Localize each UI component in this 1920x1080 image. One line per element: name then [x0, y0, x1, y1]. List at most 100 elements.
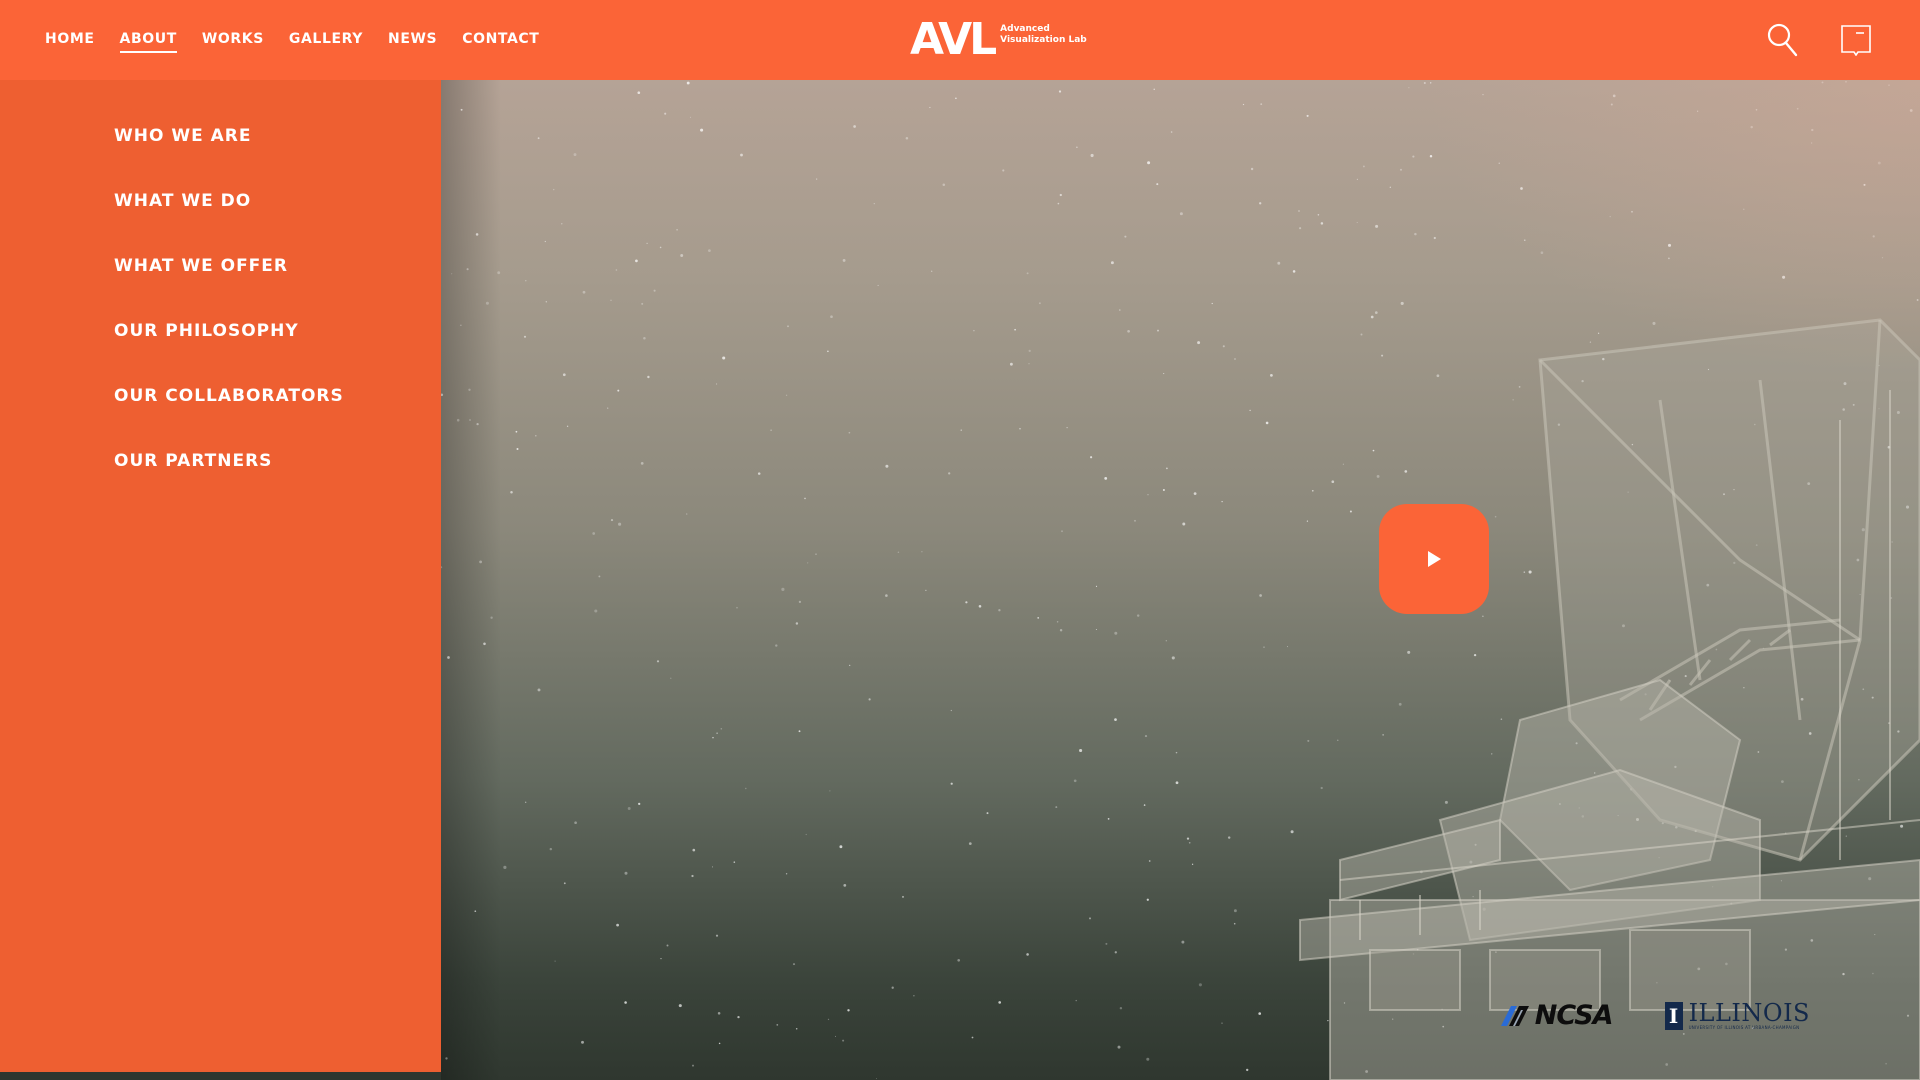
star: [451, 273, 453, 275]
star: [1134, 519, 1136, 522]
star: [447, 656, 450, 659]
star: [1188, 841, 1191, 844]
nav-contact[interactable]: CONTACT: [462, 27, 539, 53]
star: [1170, 131, 1173, 133]
star: [1146, 1057, 1150, 1061]
star: [1095, 585, 1098, 587]
star: [1076, 146, 1078, 148]
star: [1877, 161, 1881, 165]
star: [733, 861, 736, 863]
menu-what-we-offer[interactable]: WHAT WE OFFER: [114, 256, 441, 321]
star: [722, 356, 726, 360]
star: [715, 934, 719, 937]
menu-our-collaborators[interactable]: OUR COLLABORATORS: [114, 386, 441, 451]
star: [948, 472, 951, 475]
star: [1055, 806, 1058, 809]
star: [1009, 362, 1013, 366]
star: [553, 188, 555, 191]
star: [1119, 1006, 1123, 1010]
star: [624, 1001, 627, 1004]
star: [1186, 837, 1190, 840]
star: [441, 566, 443, 569]
about-dropdown-menu: WHO WE ARE WHAT WE DO WHAT WE OFFER OUR …: [0, 80, 441, 1072]
star: [736, 606, 738, 609]
logo-mark: AVL: [910, 14, 997, 65]
star: [637, 91, 641, 95]
bookmark-button[interactable]: [1838, 22, 1874, 58]
star: [1227, 836, 1231, 839]
star: [1796, 107, 1799, 110]
nav-gallery[interactable]: GALLERY: [289, 27, 363, 53]
star: [1037, 617, 1040, 619]
menu-who-we-are[interactable]: WHO WE ARE: [114, 126, 441, 191]
star: [798, 600, 802, 604]
star: [686, 81, 690, 85]
star: [950, 782, 953, 785]
star: [638, 802, 641, 806]
star: [1157, 329, 1159, 332]
play-video-button[interactable]: [1379, 504, 1489, 614]
star: [1878, 364, 1880, 367]
star: [1872, 235, 1875, 238]
star: [873, 202, 875, 205]
star: [787, 325, 789, 328]
menu-what-we-do[interactable]: WHAT WE DO: [114, 191, 441, 256]
star: [1127, 329, 1130, 333]
star: [469, 419, 471, 421]
star: [757, 472, 761, 475]
star: [998, 609, 1001, 612]
star: [523, 335, 527, 338]
star: [1117, 1045, 1121, 1049]
search-button[interactable]: [1765, 22, 1801, 58]
star: [849, 664, 851, 667]
star: [839, 845, 843, 849]
menu-our-partners[interactable]: OUR PARTNERS: [114, 451, 441, 516]
star: [955, 97, 957, 100]
star: [737, 1015, 740, 1019]
star: [968, 842, 972, 845]
star: [525, 280, 527, 282]
menu-our-philosophy[interactable]: OUR PHILOSOPHY: [114, 321, 441, 386]
star: [1107, 818, 1110, 820]
star: [1221, 1022, 1223, 1024]
star: [1197, 341, 1201, 345]
star: [785, 873, 788, 875]
star: [717, 1012, 721, 1015]
avl-logo[interactable]: AVL Advanced Visualization Lab: [910, 18, 1087, 62]
star: [537, 137, 540, 140]
star: [1863, 183, 1866, 186]
ncsa-logo[interactable]: NCSA: [1499, 1000, 1614, 1031]
star: [1299, 227, 1302, 230]
star: [1356, 178, 1358, 180]
partner-logos: NCSA I ILLINOIS UNIVERSITY OF ILLINOIS A…: [1499, 1000, 1810, 1031]
star: [1059, 193, 1062, 197]
star: [1075, 999, 1077, 1002]
star: [640, 462, 644, 465]
star: [770, 429, 772, 431]
nav-works[interactable]: WORKS: [202, 27, 264, 53]
star: [643, 337, 646, 340]
nav-home[interactable]: HOME: [45, 27, 95, 53]
star: [868, 698, 871, 701]
star: [1198, 983, 1202, 987]
illinois-logo[interactable]: I ILLINOIS UNIVERSITY OF ILLINOIS AT URB…: [1664, 1001, 1810, 1030]
star: [676, 228, 678, 231]
play-icon: [1428, 551, 1441, 567]
star: [1414, 232, 1417, 236]
star: [573, 153, 577, 157]
star: [562, 373, 566, 377]
star: [1881, 257, 1884, 259]
star: [666, 944, 669, 947]
nav-about[interactable]: ABOUT: [119, 27, 178, 53]
star: [1362, 165, 1365, 168]
star: [853, 125, 856, 128]
star: [1181, 940, 1185, 944]
star: [816, 178, 818, 180]
star: [921, 551, 923, 553]
star: [1165, 640, 1167, 642]
star: [516, 447, 519, 451]
star: [1222, 345, 1225, 348]
nav-news[interactable]: NEWS: [388, 27, 437, 53]
star: [986, 812, 989, 815]
star: [610, 299, 612, 301]
